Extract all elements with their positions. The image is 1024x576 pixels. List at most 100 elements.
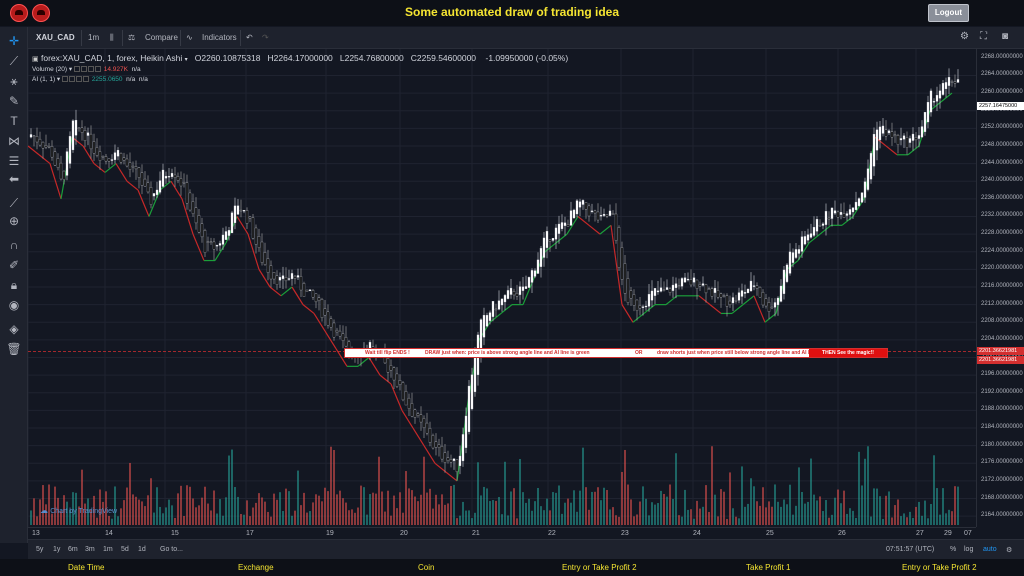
price-tick: 2196.00000000 (981, 371, 1023, 378)
legend-low: L2254.76800000 (339, 53, 404, 63)
trash-icon[interactable]: 🗑︎ (6, 341, 22, 357)
price-tick: 2192.00000000 (981, 388, 1023, 395)
interval-selector[interactable]: 1m (88, 33, 99, 42)
undo-icon[interactable]: ↶ (246, 33, 253, 42)
nav-take-profit-1[interactable]: Take Profit 1 (746, 563, 790, 572)
legend-title[interactable]: forex:XAU_CAD, 1, forex, Heikin Ashi (41, 53, 182, 63)
price-tick: 2184.00000000 (981, 424, 1023, 431)
fib-tool-icon[interactable]: ⚹ (6, 73, 22, 89)
ruler-icon[interactable]: ⟋ (6, 195, 22, 211)
time-tick: 14 (105, 530, 113, 537)
price-tick: 2236.00000000 (981, 194, 1023, 201)
crosshair-icon[interactable]: ✛ (6, 33, 22, 49)
eye-icon[interactable]: ◉ (6, 297, 22, 313)
price-tick: 2216.00000000 (981, 283, 1023, 289)
arrow-back-icon[interactable]: ⬅ (6, 171, 22, 187)
fullscreen-icon[interactable]: ⛶ (980, 31, 987, 42)
chart-toolbar: XAU_CAD 1m ⫼ ⚖ Compare ∿ Indicators ↶ ↷ … (28, 27, 1024, 49)
banner-draw-rule: DRAW just when: price is above strong an… (425, 350, 590, 356)
legend-change: -1.09950000 (-0.05%) (485, 53, 569, 63)
compare-button[interactable]: Compare (145, 33, 178, 42)
time-tick: 29 (944, 530, 952, 537)
chart-canvas[interactable] (28, 49, 976, 527)
price-tick: 2188.00000000 (981, 406, 1023, 413)
price-tick: 2268.00000000 (981, 53, 1023, 60)
range-5y[interactable]: 5y (36, 546, 43, 553)
price-tick: 2228.00000000 (981, 230, 1023, 237)
trend-line-icon[interactable]: ⟋ (6, 53, 22, 69)
compare-icon[interactable]: ⚖ (128, 33, 135, 42)
settings-gear-icon[interactable]: ⚙ (960, 31, 969, 42)
bar-style-icon[interactable]: ⫼ (110, 33, 114, 43)
price-tick: 2176.00000000 (981, 459, 1023, 466)
magnet-icon[interactable]: ∩ (6, 237, 22, 253)
banner-short-rule: draw shorts just when price still below … (657, 350, 832, 356)
gridlines (28, 49, 976, 527)
range-3m[interactable]: 3m (85, 546, 95, 553)
price-tick: 2248.00000000 (981, 141, 1023, 148)
tradingview-watermark[interactable]: Chart by TradingView (40, 506, 117, 515)
price-tick: 2208.00000000 (981, 318, 1023, 325)
time-axis[interactable]: 13 14 15 17 19 20 21 22 23 24 25 26 27 29 07 (28, 527, 976, 539)
red-mask-logo-icon-2[interactable] (32, 4, 50, 22)
volume-bars (30, 446, 959, 525)
time-tick: 15 (171, 530, 179, 537)
nav-exchange[interactable]: Exchange (238, 563, 274, 572)
price-tick: 2220.00000000 (981, 265, 1023, 272)
collapse-legend-icon[interactable]: ▣ (32, 56, 39, 63)
nav-coin[interactable]: Coin (418, 563, 434, 572)
snapshot-camera-icon[interactable]: ◙ (1002, 31, 1008, 42)
nav-entry-tp2-b[interactable]: Entry or Take Profit 2 (902, 563, 977, 572)
redo-icon[interactable]: ↷ (262, 33, 269, 42)
time-tick: 19 (326, 530, 334, 537)
chart-legend: ▣ forex:XAU_CAD, 1, forex, Heikin Ashi ▾… (32, 53, 569, 83)
log-scale-toggle[interactable]: log (964, 546, 973, 553)
app-window: Some automated draw of trading idea Logo… (0, 0, 1024, 576)
ai-indicator-label[interactable]: AI (1, 1) (32, 76, 55, 83)
symbol-search[interactable]: XAU_CAD (36, 33, 75, 42)
page-title: Some automated draw of trading idea (404, 5, 620, 19)
goto-date-button[interactable]: Go to... (160, 546, 183, 553)
volume-na: n/a (131, 66, 141, 73)
price-tick: 2180.00000000 (981, 441, 1023, 448)
pattern-tool-icon[interactable]: ⋈ (6, 133, 22, 149)
auto-scale-toggle[interactable]: auto (983, 546, 997, 553)
lock-icon[interactable]: 🔒︎ (6, 277, 22, 293)
range-6m[interactable]: 6m (68, 546, 78, 553)
price-tick: 2232.00000000 (981, 212, 1023, 219)
red-mask-logo-icon[interactable] (10, 4, 28, 22)
price-tick: 2204.00000000 (981, 335, 1023, 342)
indicators-icon[interactable]: ∿ (186, 33, 193, 42)
trading-idea-banner[interactable]: Wait till flip ENDS ! DRAW just when: pr… (344, 348, 888, 358)
range-1m[interactable]: 1m (103, 546, 113, 553)
range-5d[interactable]: 5d (121, 546, 129, 553)
clock-readout[interactable]: 07:51:57 (UTC) (886, 546, 934, 553)
layers-icon[interactable]: ◈ (6, 321, 22, 337)
range-1d[interactable]: 1d (138, 546, 146, 553)
volume-indicator-label[interactable]: Volume (20) (32, 66, 67, 73)
date-range-bar: 5y 1y 6m 3m 1m 5d 1d Go to... 07:51:57 (… (28, 539, 1024, 559)
nav-date-time[interactable]: Date Time (68, 563, 104, 572)
price-tick: 2240.00000000 (981, 177, 1023, 184)
nav-entry-tp2-a[interactable]: Entry or Take Profit 2 (562, 563, 637, 572)
stay-drawing-icon[interactable]: ✐ (6, 257, 22, 273)
percent-scale-toggle[interactable]: % (950, 546, 956, 553)
banner-wait: Wait till flip ENDS ! (365, 350, 410, 356)
time-tick: 26 (838, 530, 846, 537)
heikin-ashi-candles (29, 68, 960, 481)
logout-button[interactable]: Logout (927, 4, 969, 22)
chart-pane[interactable]: ▣ forex:XAU_CAD, 1, forex, Heikin Ashi ▾… (28, 49, 976, 527)
range-1y[interactable]: 1y (53, 546, 60, 553)
indicators-button[interactable]: Indicators (202, 33, 237, 42)
zoom-icon[interactable]: ⊕ (6, 213, 22, 229)
bottom-nav: Date Time Exchange Coin Entry or Take Pr… (0, 559, 1024, 576)
top-header: Some automated draw of trading idea Logo… (0, 0, 1024, 26)
price-axis[interactable]: 2268.00000000 2264.00000000 2260.00000000 2… (976, 49, 1024, 527)
price-tick: 2260.00000000 (981, 89, 1023, 96)
text-tool-icon[interactable]: T (6, 113, 22, 129)
axis-settings-gear-icon[interactable]: ⚙ (1006, 546, 1012, 554)
forecast-tool-icon[interactable]: ☰ (6, 153, 22, 169)
time-tick: 20 (400, 530, 408, 537)
brush-icon[interactable]: ✎ (6, 93, 22, 109)
time-tick: 21 (472, 530, 480, 537)
